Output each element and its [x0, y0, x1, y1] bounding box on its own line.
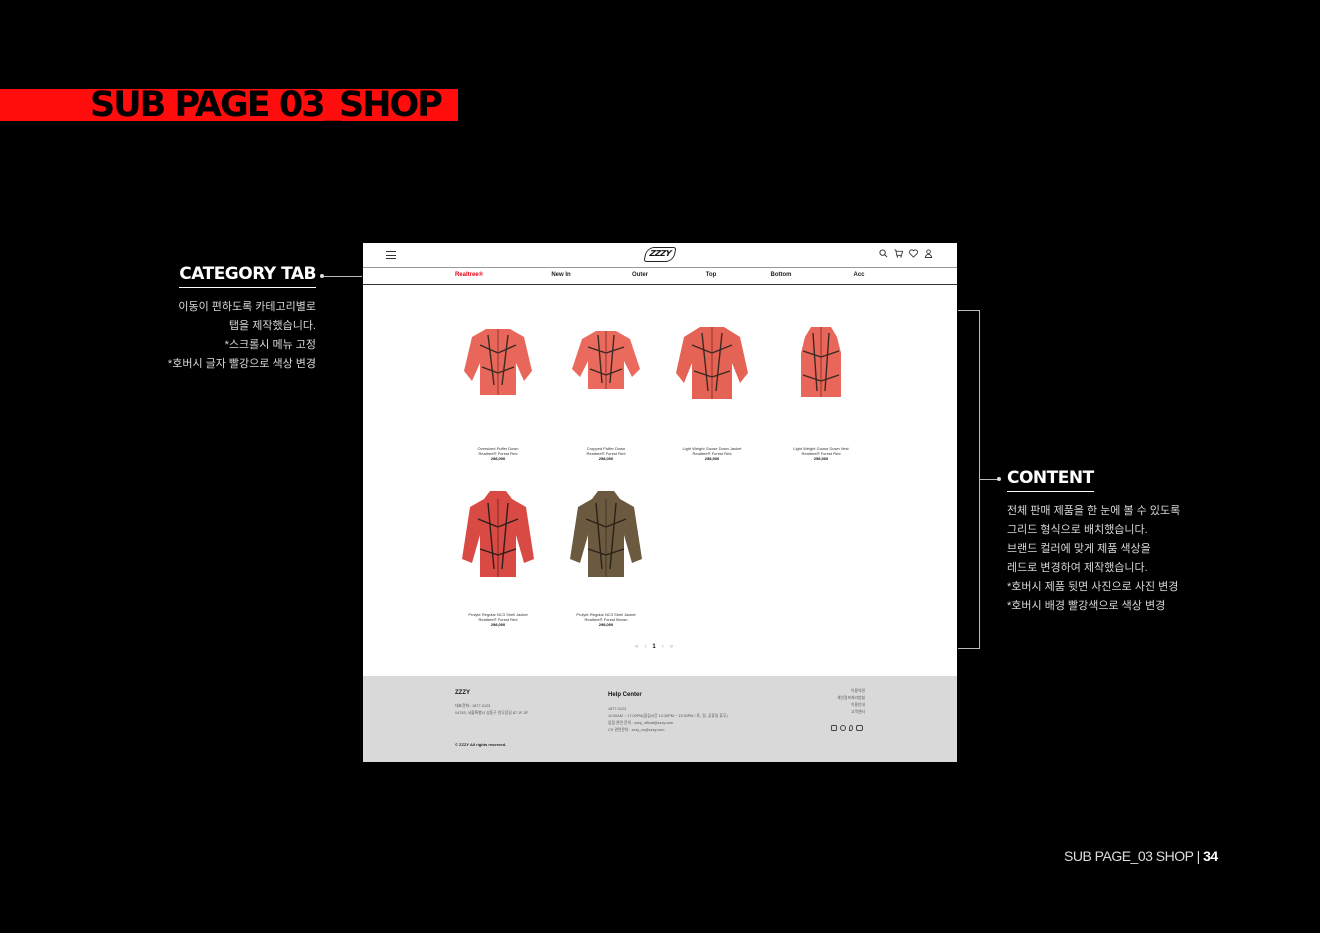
- tab-acc[interactable]: Acc: [853, 272, 864, 278]
- annotation-line: *호버시 제품 뒷면 사진으로 사진 변경: [1007, 581, 1179, 593]
- footer-links: 이용약관 개인정보처리방침 이용안내 고객센터: [837, 688, 865, 716]
- annotation-description: 전체 판매 제품을 한 눈에 볼 수 있도록 그리드 형식으로 배치했습니다. …: [1007, 502, 1227, 616]
- product-image[interactable]: [566, 323, 646, 403]
- product-price: 258,900: [813, 456, 829, 461]
- page-section-label: SUB PAGE_03 SHOP: [1064, 848, 1194, 864]
- footer-text: CS 관련문의 : zzzy_cs@zzzy.com: [608, 728, 665, 732]
- product-price: 298,000: [598, 622, 614, 627]
- next-page-button[interactable]: ›: [662, 644, 664, 650]
- pagination: « ‹ 1 › »: [635, 644, 673, 650]
- user-icon[interactable]: [923, 249, 933, 260]
- annotation-heading: CONTENT: [1007, 468, 1094, 492]
- hamburger-menu-icon[interactable]: [386, 251, 396, 259]
- search-icon[interactable]: [878, 249, 888, 260]
- product-card[interactable]: Prolyte Regular NC3 Shell Jacket Realtre…: [556, 489, 656, 628]
- category-tab-annotation: CATEGORY TAB 이동이 편하도록 카테고리별로 탭을 제작했습니다. …: [140, 264, 317, 374]
- tab-new-in[interactable]: New In: [551, 272, 570, 278]
- product-price: 298,000: [490, 456, 506, 461]
- product-price: 258,000: [598, 456, 614, 461]
- social-links: [831, 725, 863, 731]
- help-center-title: Help Center: [608, 692, 642, 698]
- first-page-button[interactable]: «: [635, 644, 638, 650]
- product-card[interactable]: Prolyte Regular NC3 Shell Jacket Realtre…: [448, 489, 548, 628]
- annotation-line: 이동이 편하도록 카테고리별로: [178, 301, 316, 313]
- product-image[interactable]: [672, 323, 752, 403]
- footer-link[interactable]: 이용약관: [837, 688, 865, 695]
- header-icons: [878, 249, 933, 260]
- footer-text: 1877-0123: [608, 707, 627, 711]
- page-footer-label: SUB PAGE_03 SHOP | 34: [1064, 848, 1218, 864]
- annotation-heading: CATEGORY TAB: [179, 264, 316, 288]
- connector-dot: [997, 477, 1001, 481]
- copyright: © ZZZY All rights reserved.: [455, 742, 507, 747]
- annotation-line: *스크롤시 메뉴 고정: [224, 339, 316, 351]
- help-center-info: 1877-0123 11:00AM ~ 17:00PM(점심시간 12:30PM…: [608, 706, 728, 734]
- footer-link[interactable]: 개인정보처리방침: [837, 695, 865, 702]
- prev-page-button[interactable]: ‹: [644, 644, 646, 650]
- site-footer: ZZZY 대표전화 : 1877-0123 04783, 서울특별시 성동구 연…: [363, 676, 957, 762]
- footer-brand: ZZZY: [455, 690, 470, 696]
- youtube-icon[interactable]: [856, 725, 863, 731]
- product-card[interactable]: Cropped Puffer Down Realtree® Forest Red…: [556, 323, 656, 462]
- tab-bottom[interactable]: Bottom: [771, 272, 792, 278]
- connector-dot: [320, 274, 324, 278]
- product-image[interactable]: [781, 323, 861, 403]
- product-image[interactable]: [566, 489, 646, 579]
- cart-icon[interactable]: [893, 249, 903, 260]
- shop-page-mockup: ZZZY Realtree® New In Outer Top Bottom A…: [363, 243, 957, 762]
- annotation-line: 탭을 제작했습니다.: [228, 320, 316, 332]
- heart-icon[interactable]: [908, 249, 918, 260]
- product-price: 298,000: [490, 622, 506, 627]
- footer-text: 04783, 서울특별시 성동구 연무장길 87 1F-3F: [455, 711, 529, 715]
- category-tab-bar: Realtree® New In Outer Top Bottom Acc: [363, 268, 957, 285]
- annotation-line: 전체 판매 제품을 한 눈에 볼 수 있도록: [1007, 505, 1181, 517]
- footer-link[interactable]: 이용안내: [837, 702, 865, 709]
- product-card[interactable]: Light Weight Goose Down Jacket Realtree®…: [662, 323, 762, 462]
- annotation-description: 이동이 편하도록 카테고리별로 탭을 제작했습니다. *스크롤시 메뉴 고정 *…: [140, 298, 316, 374]
- footer-text: 대표전화 : 1877-0123: [455, 704, 491, 708]
- product-image[interactable]: [458, 489, 538, 579]
- annotation-line: 그리드 형식으로 배치했습니다.: [1007, 524, 1148, 536]
- footer-text: 입점 관련 문의 : zzzy_offical@zzzy.com: [608, 721, 674, 725]
- chat-icon[interactable]: [840, 725, 846, 731]
- annotation-line: 브랜드 컬러에 맞게 제품 색상을: [1007, 543, 1151, 555]
- footer-link[interactable]: 고객센터: [837, 709, 865, 716]
- product-price: 258,900: [704, 456, 720, 461]
- pin-icon[interactable]: [849, 725, 853, 731]
- connector-line: [322, 276, 362, 277]
- product-card[interactable]: Light Weight Goose Down Vest Realtree® F…: [771, 323, 871, 462]
- site-logo[interactable]: ZZZY: [643, 247, 677, 262]
- tab-outer[interactable]: Outer: [632, 272, 648, 278]
- annotation-line: *호버시 글자 빨강으로 색상 변경: [167, 358, 316, 370]
- content-bracket: [958, 310, 980, 649]
- tab-top[interactable]: Top: [706, 272, 717, 278]
- product-image[interactable]: [458, 323, 538, 403]
- content-annotation: CONTENT 전체 판매 제품을 한 눈에 볼 수 있도록 그리드 형식으로 …: [1007, 468, 1227, 616]
- product-card[interactable]: Oversized Puffer Down Realtree® Forest R…: [448, 323, 548, 462]
- annotation-line: *호버시 배경 빨강색으로 색상 변경: [1007, 600, 1166, 612]
- current-page[interactable]: 1: [652, 644, 655, 650]
- last-page-button[interactable]: »: [670, 644, 673, 650]
- tab-realtree[interactable]: Realtree®: [455, 272, 483, 278]
- page-title: SUB PAGE 03_SHOP: [90, 85, 443, 125]
- site-header: ZZZY: [363, 243, 957, 268]
- instagram-icon[interactable]: [831, 725, 837, 731]
- footer-text: 11:00AM ~ 17:00PM(점심시간 12:30PM ~ 13:30PM…: [608, 714, 728, 718]
- page-separator: |: [1193, 848, 1204, 864]
- page-number: 34: [1203, 848, 1218, 864]
- annotation-line: 레드로 변경하여 제작했습니다.: [1007, 562, 1148, 574]
- footer-contact: 대표전화 : 1877-0123 04783, 서울특별시 성동구 연무장길 8…: [455, 703, 528, 717]
